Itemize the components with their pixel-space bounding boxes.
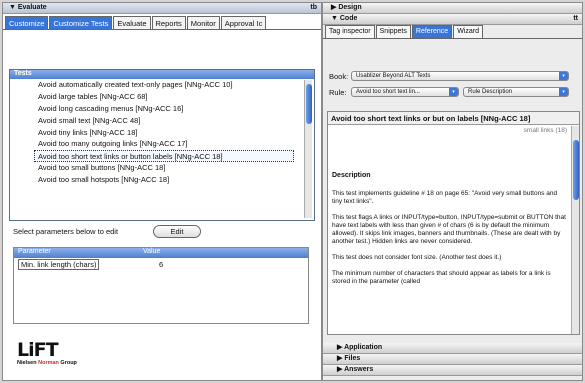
table-row[interactable]: Min. link length (chars) 6 [14, 258, 308, 271]
list-item[interactable]: Avoid too small hotspots [NNg-ACC 18] [10, 174, 314, 186]
select-params-label: Select parameters below to edit [13, 227, 119, 236]
edit-button[interactable]: Edit [153, 225, 201, 238]
code-options-icon[interactable]: tt [573, 14, 578, 24]
tab-customize-tests[interactable]: Customize Tests [49, 16, 113, 29]
tab-monitor[interactable]: Monitor [186, 16, 220, 29]
panel-options-icon[interactable]: tb [310, 4, 317, 11]
list-item[interactable]: Avoid long cascading menus [NNg-ACC 16] [10, 103, 314, 115]
value-col-header: Value [143, 248, 161, 255]
application-section[interactable]: ▶ Application [323, 343, 582, 354]
doc-scroll-thumb[interactable] [573, 140, 579, 200]
doc-scrollbar[interactable] [571, 126, 579, 334]
book-label: Book: [329, 71, 349, 81]
chevron-down-icon: ▾ [559, 88, 568, 96]
list-item[interactable]: Avoid small text [NNg-ACC 48] [10, 115, 314, 127]
tab-evaluate[interactable]: Evaluate [113, 16, 151, 29]
reference-document: Avoid too short text links or but on lab… [327, 111, 580, 335]
code-section-title: ▼ Code [331, 15, 358, 22]
tab-approval[interactable]: Approval Ic [220, 16, 267, 29]
param-name-field[interactable]: Min. link length (chars) [18, 259, 100, 270]
tab-snippets[interactable]: Snippets [375, 25, 411, 38]
tests-scroll-thumb[interactable] [306, 84, 312, 124]
chevron-down-icon: ▾ [449, 88, 458, 96]
tab-customize[interactable]: Customize [5, 16, 49, 29]
code-panel: ▶ Design ▼ Code tt Tag inspector Snippet… [322, 2, 583, 381]
tab-reports[interactable]: Reports [151, 16, 186, 29]
logo-text: LiFT [17, 339, 59, 361]
doc-body: Description This test implements guideli… [332, 172, 568, 294]
param-value[interactable]: 6 [139, 260, 163, 269]
rule-select-value: Avoid too short text lin... [356, 89, 420, 95]
table-row [14, 271, 308, 284]
book-row: Book: Usablizer Beyond ALT Texts ▾ [329, 71, 569, 81]
doc-paragraph: This test implements guideline # 18 on p… [332, 190, 558, 205]
parameter-table: Parameter Value Min. link length (chars)… [13, 247, 309, 324]
tab-tag-inspector[interactable]: Tag inspector [325, 25, 375, 38]
list-item[interactable]: Avoid too small buttons [NNg-ACC 18] [10, 162, 314, 174]
table-row [14, 297, 308, 310]
param-col-header: Parameter [18, 248, 51, 255]
bottom-sections: ▶ Application ▶ Files ▶ Answers [323, 343, 582, 376]
list-item[interactable]: Avoid too many outgoing links [NNg-ACC 1… [10, 138, 314, 150]
evaluate-tabs: Customize Customize Tests Evaluate Repor… [3, 16, 321, 30]
tab-reference[interactable]: Reference [411, 25, 453, 38]
rule-description-select[interactable]: Rule Description ▾ [463, 87, 569, 97]
evaluate-panel-header[interactable]: ▼ Evaluate tb [3, 3, 321, 14]
logo-subtitle: Nielsen Norman Group [17, 360, 77, 366]
description-heading: Description [332, 172, 371, 179]
book-select[interactable]: Usablizer Beyond ALT Texts ▾ [351, 71, 569, 81]
files-section[interactable]: ▶ Files [323, 354, 582, 365]
list-item[interactable]: Avoid tiny links [NNg-ACC 18] [10, 127, 314, 139]
tab-wizard[interactable]: Wizard [453, 25, 483, 38]
lift-logo: LiFT Nielsen Norman Group [17, 339, 77, 366]
rule-row: Rule: Avoid too short text lin... ▾ Rule… [329, 87, 569, 97]
book-select-value: Usablizer Beyond ALT Texts [356, 73, 431, 79]
panel-title: ▼ Evaluate [9, 4, 47, 11]
list-item-selected[interactable]: Avoid too short text links or button lab… [34, 150, 294, 163]
doc-subtitle: small links (18) [523, 127, 567, 134]
rule-label: Rule: [329, 87, 347, 97]
tests-list-header: Tests [10, 70, 314, 79]
tests-scrollbar[interactable] [304, 80, 312, 218]
rule-select[interactable]: Avoid too short text lin... ▾ [351, 87, 459, 97]
evaluate-panel: ▼ Evaluate tb Customize Customize Tests … [2, 2, 322, 381]
code-tabs: Tag inspector Snippets Reference Wizard [323, 25, 582, 39]
doc-paragraph: This test flags A links or INPUT/type=bu… [332, 214, 566, 245]
tests-list[interactable]: Tests Avoid automatically created text-o… [9, 69, 315, 221]
doc-paragraph: This test does not consider font size. (… [332, 254, 502, 261]
doc-title: Avoid too short text links or but on lab… [328, 112, 579, 125]
parameter-table-header: Parameter Value [14, 248, 308, 258]
table-row [14, 284, 308, 297]
design-section[interactable]: ▶ Design [323, 3, 582, 14]
doc-paragraph: The minimum number of characters that sh… [332, 270, 551, 285]
chevron-down-icon: ▾ [559, 72, 568, 80]
code-section[interactable]: ▼ Code tt [323, 14, 582, 25]
table-row [14, 310, 308, 323]
list-item[interactable]: Avoid automatically created text-only pa… [10, 79, 314, 91]
list-item[interactable]: Avoid large tables [NNg-ACC 68] [10, 91, 314, 103]
answers-section[interactable]: ▶ Answers [323, 365, 582, 376]
rule-description-value: Rule Description [468, 89, 513, 95]
